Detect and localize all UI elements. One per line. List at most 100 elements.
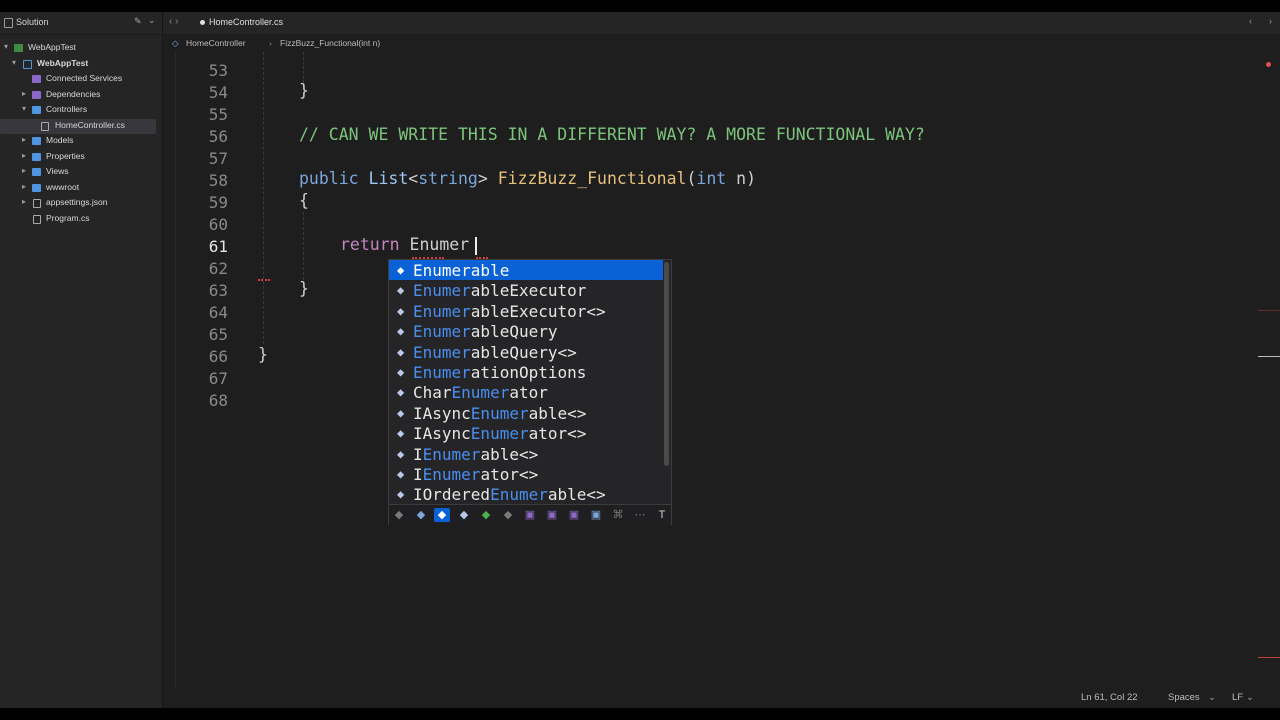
chevron-down-icon[interactable]: ⌄ (1246, 692, 1254, 703)
filter-method-icon[interactable]: ▣ (566, 508, 582, 522)
completion-item[interactable]: ◆ Enumerable (389, 260, 663, 281)
function-name: FizzBuzz_Functional (497, 169, 687, 188)
completion-item[interactable]: ◆ IAsyncEnumerator<> (389, 423, 663, 443)
completion-item[interactable]: ◆ IEnumerator<> (389, 464, 663, 484)
line-number: 65 (208, 325, 228, 344)
line-number: 53 (208, 61, 228, 80)
tree-item-label: HomeController.cs (55, 119, 125, 130)
tree-item-appsettings[interactable]: ▸ appsettings.json (0, 196, 162, 212)
gutter-divider (175, 52, 176, 688)
line-number: 68 (208, 391, 228, 410)
filter-snippet-icon[interactable]: ⋯ (632, 508, 648, 522)
completion-item[interactable]: ◆ IEnumerable<> (389, 444, 663, 464)
class-icon: ◆ (397, 263, 405, 277)
tree-item-label: WebAppTest (37, 57, 89, 68)
completion-item[interactable]: ◆ EnumerableExecutor (389, 280, 663, 300)
filter-event-icon[interactable]: ▣ (522, 508, 538, 522)
tree-item-models[interactable]: ▸ Models (0, 134, 162, 150)
tree-item-label: Dependencies (46, 88, 101, 99)
item-pre: IAsync (413, 403, 471, 423)
expand-arrow-icon[interactable]: ▸ (22, 166, 26, 175)
text-caret (475, 237, 477, 255)
item-pre: IOrdered (413, 485, 491, 505)
cursor-position[interactable]: Ln 61, Col 22 (1081, 692, 1138, 703)
expand-arrow-icon[interactable]: ▸ (22, 151, 26, 160)
chevron-down-icon[interactable]: ⌄ (1208, 692, 1216, 703)
filter-struct-icon[interactable]: ◆ (478, 508, 494, 522)
csharp-file-icon (41, 121, 49, 131)
expand-arrow-icon[interactable]: ▸ (22, 197, 26, 206)
tree-item-solution[interactable]: ▾ WebAppTest (0, 41, 162, 57)
expand-arrow-icon[interactable]: ▾ (12, 58, 16, 67)
tab-overflow-left-icon[interactable]: ‹ (1249, 16, 1252, 26)
folder-icon (32, 168, 41, 176)
tree-item-properties[interactable]: ▸ Properties (0, 150, 162, 166)
completion-item[interactable]: ◆ IOrderedEnumerable<> (389, 484, 663, 504)
filter-text-icon[interactable]: T (654, 508, 670, 522)
code-editor[interactable] (163, 52, 1280, 688)
expand-arrow-icon[interactable]: ▸ (22, 135, 26, 144)
completion-item[interactable]: ◆ EnumerationOptions (389, 362, 663, 382)
tree-item-label: Views (46, 166, 69, 176)
filter-type-icon[interactable]: ◆ (434, 508, 450, 522)
tree-item-dependencies[interactable]: ▸ Dependencies (0, 88, 162, 104)
class-icon: ◆ (397, 344, 405, 359)
sidebar-header: Solution ✎ ⌄ (0, 12, 162, 35)
expand-arrow-icon[interactable]: ▾ (4, 42, 8, 51)
breadcrumb-method[interactable]: FizzBuzz_Functional(int n) (280, 38, 380, 48)
tree-item-label: wwwroot (46, 181, 80, 192)
pin-icon[interactable]: ✎ (134, 16, 142, 27)
expand-arrow-icon[interactable]: ▸ (22, 182, 26, 191)
tree-item-wwwroot[interactable]: ▸ wwwroot (0, 181, 162, 197)
line-ending[interactable]: LF (1232, 692, 1243, 703)
tree-item-label: Controllers (46, 104, 88, 114)
completion-item[interactable]: ◆ EnumerableQuery<> (389, 342, 663, 362)
item-rest: ator<> (480, 465, 539, 484)
indentation-mode[interactable]: Spaces (1168, 692, 1200, 703)
item-match: Enumer (470, 403, 529, 423)
tree-item-label: Models (46, 135, 74, 145)
filter-all-icon[interactable]: ◆ (391, 508, 407, 522)
filter-interface-icon[interactable]: ◆ (456, 508, 472, 522)
expand-arrow-icon[interactable]: ▸ (22, 89, 26, 98)
filter-enum-icon[interactable]: ◆ (500, 508, 516, 522)
item-match: Enumer (413, 261, 471, 280)
filter-keyword-icon[interactable]: ⌘ (610, 508, 626, 522)
item-match: Enumer (413, 342, 471, 362)
class-icon: ◆ (397, 405, 405, 420)
filter-field-icon[interactable]: ▣ (588, 508, 604, 522)
tab-homecontroller[interactable]: HomeController.cs (195, 12, 315, 34)
error-squiggle (258, 276, 270, 281)
nav-back-forward-icon[interactable]: ‹ › (169, 16, 178, 27)
completion-scrollbar[interactable] (664, 262, 669, 466)
line-number: 57 (208, 149, 228, 168)
tree-item-program[interactable]: Program.cs (0, 212, 162, 228)
item-pre: I (413, 444, 423, 464)
class-icon: ◇ (172, 38, 179, 48)
tree-item-project[interactable]: ▾ WebAppTest (0, 57, 162, 73)
completion-filter-bar: ◆ ◆ ◆ ◆ ◆ ◆ ▣ ▣ ▣ ▣ ⌘ ⋯ T (389, 504, 671, 525)
filter-property-icon[interactable]: ▣ (544, 508, 560, 522)
class-icon: ◆ (397, 487, 405, 502)
item-rest: ableQuery<> (470, 342, 577, 362)
punct: > (477, 169, 498, 188)
item-rest: ationOptions (470, 363, 587, 382)
completion-item[interactable]: ◆ EnumerableExecutor<> (389, 301, 663, 321)
tab-overflow-right-icon[interactable]: › (1269, 16, 1272, 26)
chevron-down-icon[interactable]: ⌄ (148, 15, 156, 26)
tree-item-label: appsettings.json (46, 197, 108, 207)
tree-item-controllers[interactable]: ▾ Controllers (0, 103, 162, 119)
breadcrumb-class[interactable]: HomeController (186, 38, 246, 48)
item-match: Enumer (470, 424, 529, 444)
item-match: Enumer (413, 281, 471, 301)
tab-label: HomeController.cs (209, 17, 284, 27)
completion-item[interactable]: ◆ EnumerableQuery (389, 321, 663, 341)
completion-popup[interactable]: ◆ Enumerable ◆ EnumerableExecutor ◆ Enumera… (388, 259, 672, 525)
expand-arrow-icon[interactable]: ▾ (22, 104, 26, 113)
tree-item-views[interactable]: ▸ Views (0, 165, 162, 181)
tree-item-connected-services[interactable]: Connected Services (0, 72, 162, 88)
completion-item[interactable]: ◆ IAsyncEnumerable<> (389, 403, 663, 423)
filter-class-icon[interactable]: ◆ (413, 508, 429, 522)
completion-item[interactable]: ◆ CharEnumerator (389, 382, 663, 402)
tree-item-homecontroller[interactable]: HomeController.cs (0, 118, 156, 134)
